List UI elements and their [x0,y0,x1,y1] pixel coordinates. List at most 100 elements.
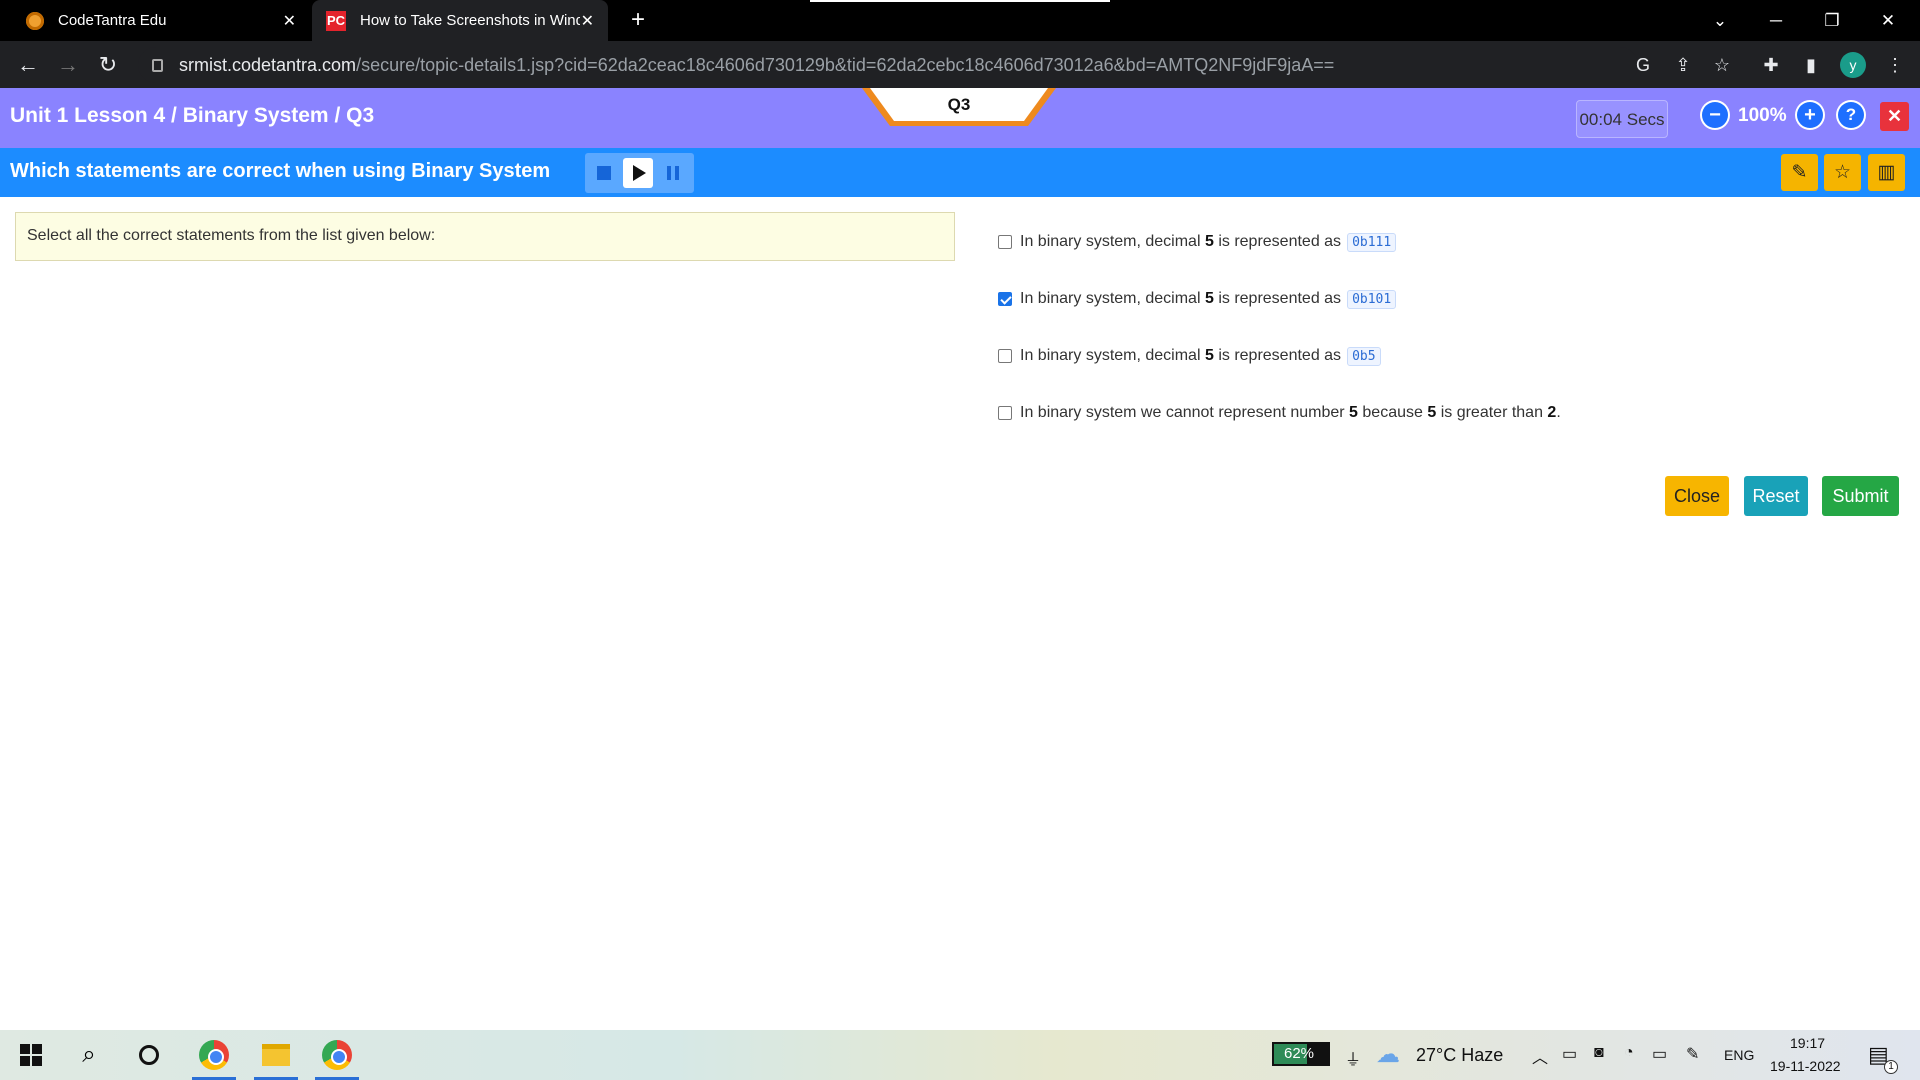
option-text: is greater than [1436,404,1548,421]
battery-indicator[interactable]: 62% [1272,1042,1330,1066]
battery-percent: 62% [1284,1045,1315,1062]
option-checkbox[interactable] [998,349,1012,363]
lock-icon[interactable] [152,58,163,72]
stop-button[interactable] [589,158,619,188]
option-text: is represented as [1213,290,1342,307]
pen-icon[interactable]: ✎ [1686,1044,1699,1064]
option-bold: 5 [1349,404,1358,421]
pencil-icon[interactable]: ✎ [1781,154,1818,191]
chrome-profile-y-icon[interactable] [312,1030,362,1080]
submit-button[interactable]: Submit [1822,476,1899,516]
tab-pcmag[interactable]: PC How to Take Screenshots in Wind ✕ [312,0,608,41]
weather-text[interactable]: 27°C Haze [1416,1045,1503,1066]
notification-count: 1 [1884,1060,1898,1074]
side-panel-icon[interactable]: ▮ [1800,54,1822,76]
extensions-icon[interactable]: ✚ [1760,54,1782,76]
play-button[interactable] [623,158,653,188]
media-controls [585,153,694,193]
question-number: Q3 [947,95,971,114]
url-path: /secure/topic-details1.jsp?cid=62da2ceac… [356,54,1335,75]
windows-start-icon[interactable] [6,1030,56,1080]
share-icon[interactable]: ⇪ [1672,54,1694,76]
zoom-in-button[interactable]: + [1795,100,1825,130]
option-4[interactable]: In binary system we cannot represent num… [998,401,1561,425]
file-explorer-icon[interactable] [251,1030,301,1080]
clock-date[interactable]: 19-11-2022 [1770,1058,1841,1074]
close-tab-icon[interactable]: ✕ [581,11,594,31]
option-text: In binary system, decimal [1020,233,1201,250]
tab-title: CodeTantra Edu [58,12,167,29]
option-bold: 5 [1204,347,1214,364]
chevron-up-icon[interactable]: ︿ [1532,1044,1548,1068]
google-lens-icon[interactable]: G [1632,54,1654,76]
menu-icon[interactable]: ⋮ [1884,54,1906,76]
battery-icon[interactable]: ▭ [1652,1044,1667,1064]
option-text: In binary system we cannot represent num… [1020,404,1350,421]
plug-icon: ⏚ [1345,1052,1362,1069]
tab-drag-indicator [810,0,1110,2]
close-tab-icon[interactable]: ✕ [283,11,296,31]
weather-cloud-icon[interactable]: ☁ [1376,1040,1400,1069]
url-host: srmist.codetantra.com [179,54,357,75]
wifi-icon[interactable]: ◔ [1624,1044,1634,1062]
tab-search-icon[interactable]: ⌄ [1692,0,1748,41]
option-checkbox[interactable] [998,292,1012,306]
breadcrumb: Unit 1 Lesson 4 / Binary System / Q3 [10,104,375,127]
bar-chart-icon[interactable]: ▥ [1868,154,1905,191]
chrome-profile-kk-icon[interactable] [189,1030,239,1080]
option-text: . [1556,404,1561,421]
address-bar[interactable]: srmist.codetantra.com/secure/topic-detai… [138,47,1638,83]
browser-toolbar: ← → ↻ srmist.codetantra.com/secure/topic… [0,41,1920,88]
option-code: 0b111 [1347,232,1397,252]
question-badge: Q3 [862,88,1056,128]
profile-avatar[interactable]: y [1840,52,1866,78]
windows-logo-icon [20,1044,42,1066]
pause-button[interactable] [658,158,688,188]
bookmark-star-icon[interactable]: ☆ [1711,54,1733,76]
play-icon [633,165,646,181]
codetantra-favicon-icon [26,11,44,30]
close-window-button[interactable]: ✕ [1860,0,1916,41]
plus-icon: + [1797,102,1823,128]
pcmag-favicon-icon: PC [326,10,346,31]
option-1[interactable]: In binary system, decimal 5 is represent… [998,230,1397,254]
option-text: is represented as [1213,233,1342,250]
question-title: Which statements are correct when using … [10,160,551,182]
option-text: In binary system, decimal [1020,347,1201,364]
option-text: because [1357,404,1428,421]
question-prompt: Select all the correct statements from t… [15,212,955,261]
option-bold: 2 [1547,404,1557,421]
reload-icon[interactable]: ↻ [92,49,124,81]
display-icon[interactable]: ▭ [1562,1044,1577,1064]
star-icon[interactable]: ☆ [1824,154,1861,191]
option-3[interactable]: In binary system, decimal 5 is represent… [998,344,1381,368]
question-title-bar: Which statements are correct when using … [0,148,1920,197]
forward-arrow-icon[interactable]: → [52,49,84,81]
tab-title: How to Take Screenshots in Wind [360,12,580,29]
minimize-button[interactable]: ─ [1748,0,1804,41]
option-code: 0b101 [1347,289,1397,309]
zoom-out-button[interactable]: − [1700,100,1730,130]
back-arrow-icon[interactable]: ← [12,49,44,81]
option-checkbox[interactable] [998,235,1012,249]
close-button[interactable]: Close [1665,476,1729,516]
stop-icon [597,166,611,180]
restore-button[interactable]: ❐ [1804,0,1860,41]
tab-codetantra[interactable]: CodeTantra Edu ✕ [0,0,310,41]
option-bold: 5 [1427,404,1437,421]
option-text: In binary system, decimal [1020,290,1201,307]
search-icon[interactable]: ⌕ [64,1030,114,1080]
language-indicator[interactable]: ENG [1724,1047,1754,1063]
new-tab-button[interactable]: + [624,6,652,34]
close-lesson-button[interactable]: ✕ [1880,102,1909,131]
question-icon: ? [1838,102,1864,128]
option-checkbox[interactable] [998,406,1012,420]
pause-icon [667,166,671,180]
cortana-icon[interactable] [124,1030,174,1080]
option-2[interactable]: In binary system, decimal 5 is represent… [998,287,1397,311]
help-button[interactable]: ? [1836,100,1866,130]
reset-button[interactable]: Reset [1744,476,1808,516]
clock-time[interactable]: 19:17 [1790,1035,1825,1051]
camera-icon[interactable]: ◙ [1594,1044,1604,1062]
option-text: is represented as [1213,347,1342,364]
